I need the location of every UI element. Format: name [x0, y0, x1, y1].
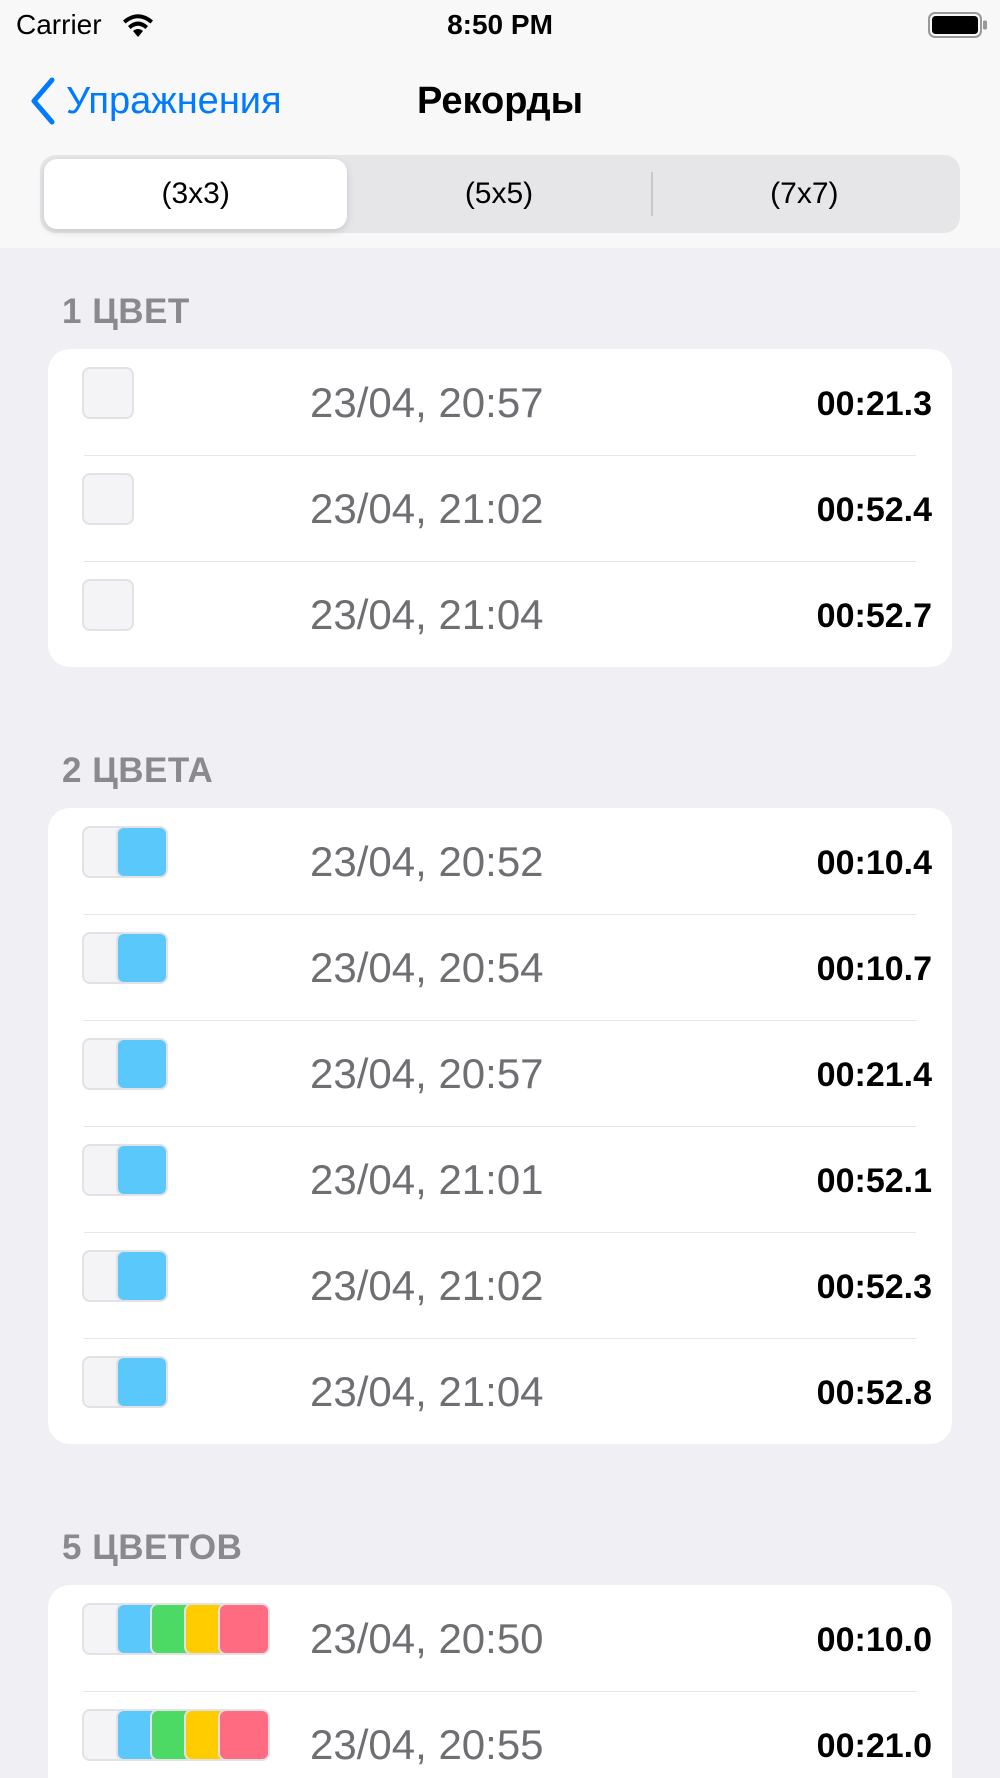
segment-3x3[interactable]: (3x3) — [44, 159, 348, 229]
records-group-5-colors: 23/04, 20:50 00:10.0 23/04, 20:55 00:21.… — [48, 1585, 952, 1778]
page-title: Рекорды — [416, 80, 584, 122]
section-header-5-colors: 5 ЦВЕТОВ — [62, 1528, 243, 1567]
records-group-1-color: 23/04, 20:57 00:21.3 23/04, 21:02 00:52.… — [48, 349, 952, 667]
record-time: 00:52.7 — [816, 597, 932, 635]
swatch-pink — [218, 1709, 270, 1761]
size-segmented-control: (3x3) (5x5) (7x7) — [40, 155, 960, 233]
record-time: 00:21.0 — [816, 1727, 932, 1765]
swatch-empty — [82, 367, 134, 419]
record-date: 23/04, 21:01 — [310, 1156, 544, 1203]
record-date: 23/04, 20:55 — [310, 1721, 544, 1768]
section-header-2-colors: 2 ЦВЕТА — [62, 751, 214, 790]
record-time: 00:52.4 — [816, 491, 932, 529]
segment-label: (5x5) — [464, 177, 534, 210]
battery-icon — [928, 12, 987, 38]
top-bar: Carrier 8:50 PM Упражнения Рекорды (3x3)… — [0, 0, 1000, 248]
record-time: 00:52.3 — [816, 1268, 932, 1306]
status-time: 8:50 PM — [447, 9, 553, 40]
record-date: 23/04, 21:04 — [310, 1368, 544, 1415]
color-swatches — [82, 1356, 168, 1410]
record-time: 00:10.7 — [816, 950, 932, 988]
record-row[interactable]: 23/04, 21:02 00:52.4 — [48, 455, 952, 561]
swatch-pink — [218, 1603, 270, 1655]
record-row[interactable]: 23/04, 20:57 00:21.4 — [48, 1020, 952, 1126]
color-swatches — [82, 932, 168, 986]
record-date: 23/04, 21:04 — [310, 591, 544, 638]
record-time: 00:52.8 — [816, 1374, 932, 1412]
color-swatches — [82, 1709, 270, 1763]
color-swatches — [82, 367, 134, 421]
record-date: 23/04, 20:50 — [310, 1615, 544, 1662]
swatch-blue — [116, 1144, 168, 1196]
color-swatches — [82, 826, 168, 880]
record-row[interactable]: 23/04, 20:55 00:21.0 — [48, 1691, 952, 1778]
record-row[interactable]: 23/04, 21:04 00:52.8 — [48, 1338, 952, 1444]
record-row[interactable]: 23/04, 21:04 00:52.7 — [48, 561, 952, 667]
navigation-bar: Упражнения Рекорды — [0, 60, 1000, 146]
record-time: 00:10.4 — [816, 844, 932, 882]
swatch-empty — [82, 473, 134, 525]
record-row[interactable]: 23/04, 20:52 00:10.4 — [48, 808, 952, 914]
record-row[interactable]: 23/04, 21:01 00:52.1 — [48, 1126, 952, 1232]
record-row[interactable]: 23/04, 20:50 00:10.0 — [48, 1585, 952, 1691]
swatch-blue — [116, 932, 168, 984]
section-header-1-color: 1 ЦВЕТ — [62, 292, 190, 331]
segment-7x7[interactable]: (7x7) — [653, 159, 956, 229]
segment-5x5[interactable]: (5x5) — [347, 159, 650, 229]
record-row[interactable]: 23/04, 20:57 00:21.3 — [48, 349, 952, 455]
record-time: 00:52.1 — [816, 1162, 932, 1200]
color-swatches — [82, 473, 134, 527]
record-date: 23/04, 20:52 — [310, 838, 544, 885]
swatch-blue — [116, 1038, 168, 1090]
color-swatches — [82, 1250, 168, 1304]
records-group-2-colors: 23/04, 20:52 00:10.4 23/04, 20:54 00:10.… — [48, 808, 952, 1444]
status-bar: Carrier 8:50 PM — [0, 0, 1000, 50]
records-screen: Carrier 8:50 PM Упражнения Рекорды (3x3)… — [0, 0, 1000, 1778]
segment-label: (7x7) — [770, 177, 839, 210]
swatch-empty — [82, 579, 134, 631]
swatch-blue — [116, 826, 168, 878]
color-swatches — [82, 1038, 168, 1092]
record-row[interactable]: 23/04, 21:02 00:52.3 — [48, 1232, 952, 1338]
swatch-blue — [116, 1250, 168, 1302]
record-date: 23/04, 21:02 — [310, 485, 544, 532]
color-swatches — [82, 1144, 168, 1198]
record-time: 00:21.3 — [816, 385, 932, 423]
record-date: 23/04, 20:57 — [310, 1050, 544, 1097]
color-swatches — [82, 579, 134, 633]
swatch-blue — [116, 1356, 168, 1408]
segment-label: (3x3) — [161, 177, 230, 210]
record-time: 00:10.0 — [816, 1621, 932, 1659]
record-date: 23/04, 20:57 — [310, 379, 544, 426]
record-row[interactable]: 23/04, 20:54 00:10.7 — [48, 914, 952, 1020]
record-date: 23/04, 20:54 — [310, 944, 544, 991]
record-time: 00:21.4 — [816, 1056, 932, 1094]
color-swatches — [82, 1603, 270, 1657]
record-date: 23/04, 21:02 — [310, 1262, 544, 1309]
